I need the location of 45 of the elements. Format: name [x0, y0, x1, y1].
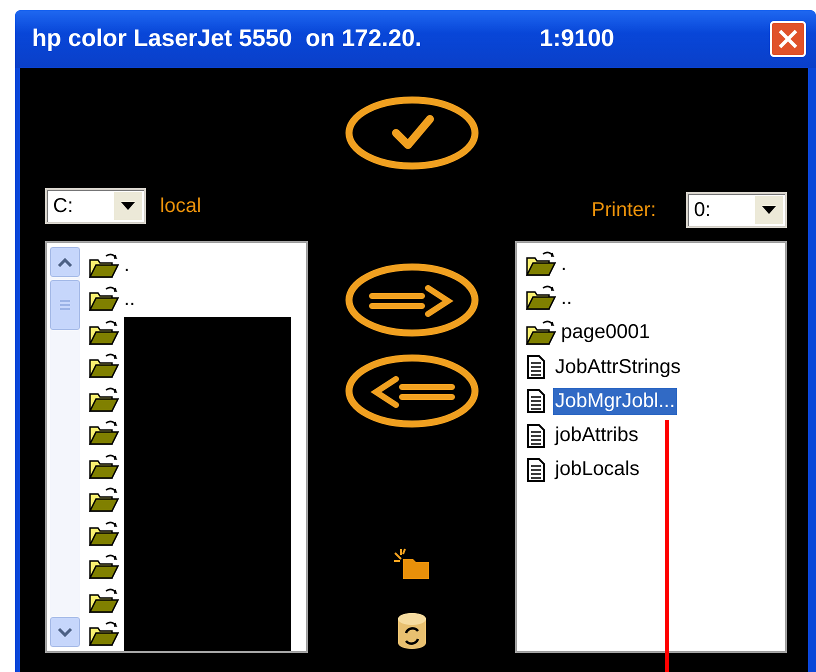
printer-label: Printer: — [592, 198, 656, 222]
caret-icon — [121, 202, 135, 210]
window-title: hp color LaserJet 5550 on 172.20. — [32, 25, 422, 53]
local-file-list[interactable]: . .. — [45, 241, 308, 653]
folder-icon — [88, 486, 120, 514]
document-icon — [525, 354, 547, 380]
file-name[interactable]: . — [122, 252, 132, 280]
file-name[interactable]: .. — [122, 286, 138, 313]
document-icon — [525, 456, 547, 483]
caret-icon — [762, 206, 776, 214]
scroll-up-icon — [57, 257, 73, 267]
printer-dropdown[interactable]: 0: — [686, 192, 787, 228]
folder-icon — [88, 318, 120, 347]
folder-icon — [525, 284, 557, 312]
folder-icon — [88, 520, 120, 548]
file-name[interactable]: JobAttrStrings — [553, 354, 683, 381]
folder-icon — [88, 586, 120, 615]
folder-icon — [88, 386, 120, 414]
document-icon — [525, 388, 547, 414]
folder-icon — [525, 318, 557, 347]
file-name[interactable]: JobMgrJobl... — [553, 388, 678, 415]
grip-icon — [59, 299, 71, 311]
close-button[interactable] — [770, 21, 806, 57]
location-label: local — [160, 194, 202, 218]
file-name[interactable]: .. — [559, 284, 574, 312]
file-name[interactable]: . — [559, 250, 569, 278]
drive-dropdown[interactable]: C: — [45, 188, 146, 224]
folder-icon — [88, 452, 120, 481]
printer-file-list[interactable]: . .. page0001 JobAttrStrings JobMgrJobl... jobAttribs jobLocals — [515, 241, 787, 653]
folder-icon — [88, 352, 120, 380]
new-folder-icon[interactable] — [392, 547, 430, 581]
scroll-down-icon — [57, 627, 73, 637]
window-title: 1:9100 — [540, 25, 614, 53]
folder-icon — [88, 419, 120, 448]
document-icon — [525, 422, 547, 449]
file-name[interactable]: jobAttribs — [553, 422, 640, 450]
file-name[interactable]: page0001 — [559, 319, 652, 346]
folder-icon — [88, 620, 120, 648]
folder-icon — [88, 553, 120, 582]
close-icon — [777, 28, 799, 50]
folder-icon — [525, 250, 557, 278]
folder-icon — [88, 285, 120, 314]
folder-icon — [88, 252, 120, 280]
file-name[interactable]: jobLocals — [553, 456, 642, 484]
scrollbar[interactable] — [50, 247, 80, 647]
